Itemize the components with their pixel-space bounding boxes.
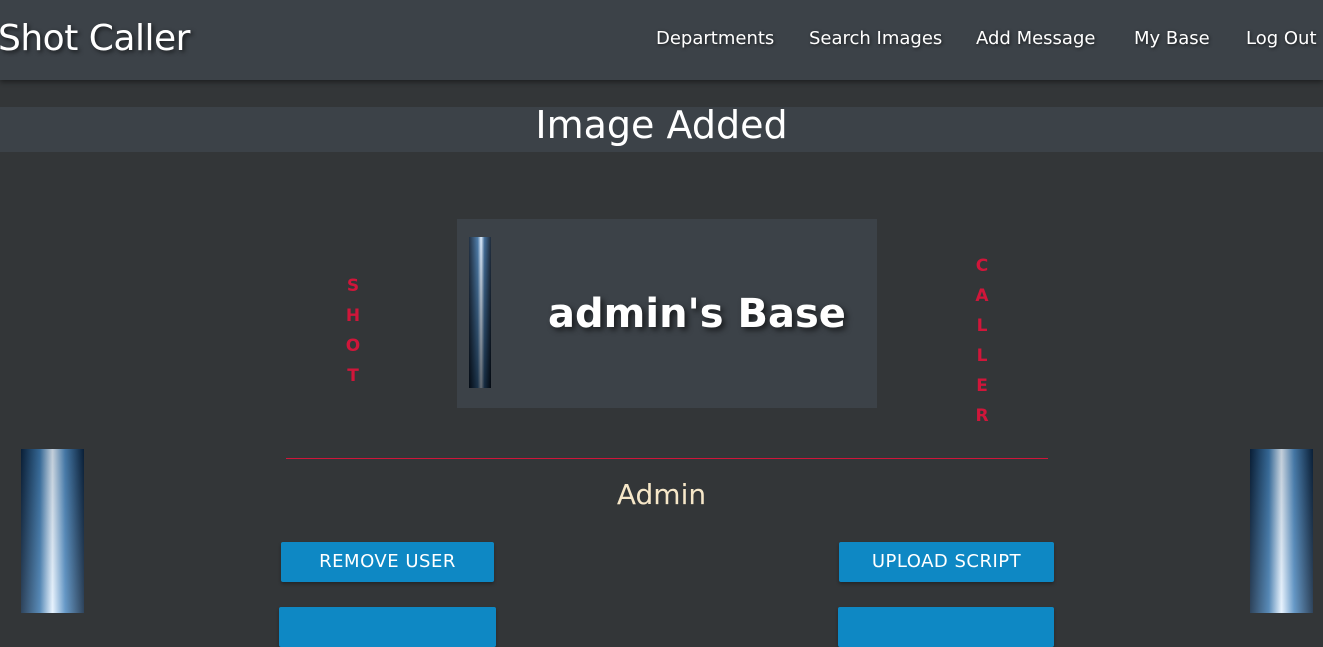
top-navbar: Shot Caller Departments Search Images Ad…	[0, 0, 1323, 80]
user-role-label: Admin	[616, 478, 707, 511]
section-divider	[286, 458, 1048, 459]
nav-link-departments[interactable]: Departments	[656, 28, 774, 49]
remove-user-button[interactable]: REMOVE USER	[281, 542, 494, 582]
letter: L	[976, 346, 988, 366]
upload-script-button[interactable]: UPLOAD SCRIPT	[839, 542, 1054, 582]
letter: E	[976, 376, 988, 396]
letter: R	[975, 406, 989, 426]
letter: H	[345, 306, 361, 326]
base-thumbnail-image	[469, 237, 491, 388]
letter: T	[347, 366, 359, 386]
letter: A	[975, 286, 989, 306]
status-banner: Image Added	[0, 103, 1323, 152]
status-message: Image Added	[535, 103, 788, 147]
vertical-word-shot: S H O T	[343, 271, 363, 391]
admin-action-button[interactable]	[279, 607, 496, 647]
left-decorative-image	[21, 449, 84, 613]
brand-logo-link[interactable]: Shot Caller	[0, 18, 190, 59]
letter: C	[975, 256, 989, 276]
base-title: admin's Base	[548, 291, 846, 337]
letter: O	[345, 336, 361, 356]
vertical-word-caller: C A L L E R	[972, 251, 992, 431]
admin-action-button[interactable]	[838, 607, 1054, 647]
nav-link-my-base[interactable]: My Base	[1134, 28, 1210, 49]
nav-link-search-images[interactable]: Search Images	[809, 28, 942, 49]
nav-link-add-message[interactable]: Add Message	[976, 28, 1095, 49]
letter: S	[346, 276, 360, 296]
base-card: admin's Base	[457, 219, 877, 408]
letter: L	[976, 316, 988, 336]
nav-link-log-out[interactable]: Log Out	[1246, 28, 1317, 49]
right-decorative-image	[1250, 449, 1313, 613]
